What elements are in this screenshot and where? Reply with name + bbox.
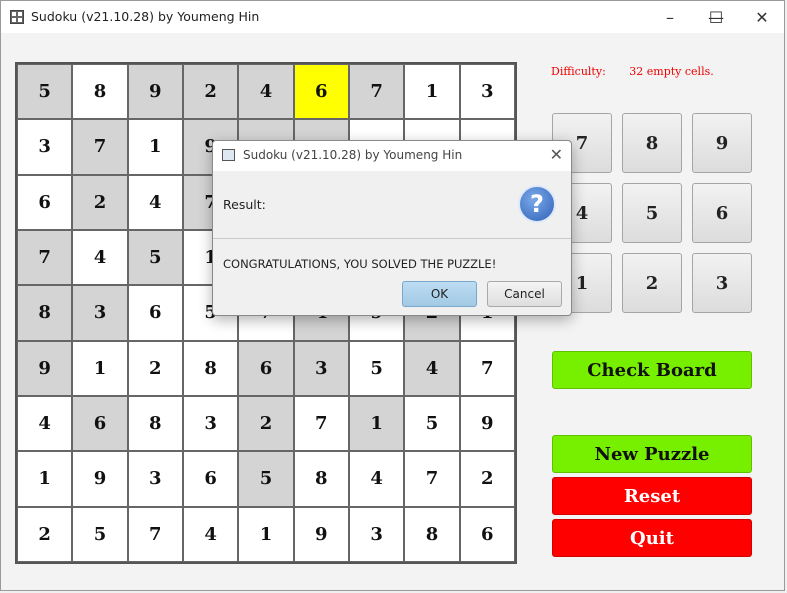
number-button[interactable]: 5 [622, 183, 682, 243]
sudoku-cell[interactable]: 4 [182, 506, 239, 562]
sudoku-cell[interactable]: 2 [72, 174, 128, 230]
minimize-window-icon[interactable]: – [647, 1, 693, 33]
dialog-app-icon [222, 149, 235, 161]
sudoku-cell[interactable]: 8 [404, 506, 460, 562]
sudoku-cell[interactable]: 8 [293, 451, 349, 507]
sudoku-cell[interactable]: 5 [72, 506, 128, 562]
dialog-title-bar: Sudoku (v21.10.28) by Youmeng Hin ✕ [213, 141, 571, 171]
sudoku-cell[interactable]: 6 [238, 340, 294, 396]
sudoku-cell[interactable]: 2 [182, 64, 239, 120]
check-board-button[interactable]: Check Board [552, 351, 752, 389]
sudoku-cell[interactable]: 1 [238, 506, 294, 562]
sudoku-cell[interactable]: 6 [293, 64, 349, 120]
sudoku-cell[interactable]: 4 [348, 451, 405, 507]
new-puzzle-button[interactable]: New Puzzle [552, 435, 752, 473]
sudoku-cell[interactable]: 6 [127, 285, 183, 341]
sudoku-cell[interactable]: 3 [182, 395, 239, 452]
sudoku-cell[interactable]: 3 [348, 506, 405, 562]
sudoku-cell[interactable]: 8 [182, 340, 239, 396]
sudoku-cell[interactable]: 6 [72, 395, 128, 452]
sudoku-cell[interactable]: 1 [72, 340, 128, 396]
sudoku-cell[interactable]: 7 [459, 340, 515, 396]
sudoku-cell[interactable]: 5 [404, 395, 460, 452]
question-icon: ? [518, 185, 556, 223]
sudoku-cell[interactable]: 9 [17, 340, 73, 396]
maximize-icon[interactable]: ☐ [693, 1, 739, 33]
difficulty-label: Difficulty: [551, 65, 606, 78]
sudoku-cell[interactable]: 4 [404, 340, 460, 396]
number-button[interactable]: 2 [622, 253, 682, 313]
sudoku-cell[interactable]: 7 [348, 64, 405, 120]
sudoku-cell[interactable]: 2 [127, 340, 183, 396]
sudoku-cell[interactable]: 8 [127, 395, 183, 452]
dialog-message: CONGRATULATIONS, YOU SOLVED THE PUZZLE! [223, 257, 497, 271]
quit-button[interactable]: Quit [552, 519, 752, 557]
close-icon[interactable]: ✕ [739, 1, 785, 33]
empty-cells-count: 32 empty cells. [629, 65, 714, 78]
sudoku-cell[interactable]: 7 [72, 119, 128, 175]
reset-button[interactable]: Reset [552, 477, 752, 515]
sudoku-cell[interactable]: 1 [348, 395, 405, 452]
sudoku-cell[interactable]: 3 [17, 119, 73, 175]
sudoku-cell[interactable]: 1 [17, 451, 73, 507]
result-label: Result: [223, 197, 266, 212]
close-icon[interactable]: ✕ [550, 145, 563, 164]
sudoku-cell[interactable]: 9 [127, 64, 183, 120]
number-pad: 7 8 9 4 5 6 1 2 3 [552, 113, 752, 313]
window-title: Sudoku (v21.10.28) by Youmeng Hin [31, 9, 260, 24]
sudoku-cell[interactable]: 6 [182, 451, 239, 507]
sudoku-cell[interactable]: 2 [459, 451, 515, 507]
dialog-header: Result: ? [213, 171, 571, 239]
sudoku-cell[interactable]: 4 [238, 64, 294, 120]
sudoku-cell[interactable]: 3 [293, 340, 349, 396]
sudoku-cell[interactable]: 6 [17, 174, 73, 230]
sudoku-cell[interactable]: 6 [459, 506, 515, 562]
sudoku-cell[interactable]: 9 [293, 506, 349, 562]
title-bar: Sudoku (v21.10.28) by Youmeng Hin — – ☐ … [1, 1, 784, 33]
sudoku-app-icon [10, 10, 24, 24]
sudoku-cell[interactable]: 7 [127, 506, 183, 562]
sudoku-cell[interactable]: 3 [72, 285, 128, 341]
number-button[interactable]: 3 [692, 253, 752, 313]
result-dialog: Sudoku (v21.10.28) by Youmeng Hin ✕ Resu… [212, 140, 572, 316]
sudoku-cell[interactable]: 8 [72, 64, 128, 120]
sudoku-cell[interactable]: 4 [72, 229, 128, 286]
number-button[interactable]: 6 [692, 183, 752, 243]
sudoku-cell[interactable]: 5 [238, 451, 294, 507]
sudoku-cell[interactable]: 7 [404, 451, 460, 507]
number-button[interactable]: 8 [622, 113, 682, 173]
sudoku-cell[interactable]: 4 [127, 174, 183, 230]
sudoku-cell[interactable]: 8 [17, 285, 73, 341]
difficulty-info: Difficulty: 32 empty cells. [551, 65, 734, 78]
sudoku-cell[interactable]: 2 [238, 395, 294, 452]
sudoku-cell[interactable]: 7 [17, 229, 73, 286]
cancel-button[interactable]: Cancel [487, 281, 562, 307]
sudoku-cell[interactable]: 5 [348, 340, 405, 396]
sudoku-cell[interactable]: 1 [127, 119, 183, 175]
dialog-title: Sudoku (v21.10.28) by Youmeng Hin [243, 148, 463, 162]
sudoku-cell[interactable]: 2 [17, 506, 73, 562]
ok-button[interactable]: OK [402, 281, 477, 307]
sudoku-cell[interactable]: 5 [17, 64, 73, 120]
sudoku-cell[interactable]: 9 [459, 395, 515, 452]
sudoku-cell[interactable]: 9 [72, 451, 128, 507]
sudoku-cell[interactable]: 3 [459, 64, 515, 120]
sudoku-cell[interactable]: 7 [293, 395, 349, 452]
sudoku-cell[interactable]: 1 [404, 64, 460, 120]
number-button[interactable]: 9 [692, 113, 752, 173]
sudoku-cell[interactable]: 4 [17, 395, 73, 452]
sudoku-cell[interactable]: 3 [127, 451, 183, 507]
sudoku-cell[interactable]: 5 [127, 229, 183, 286]
